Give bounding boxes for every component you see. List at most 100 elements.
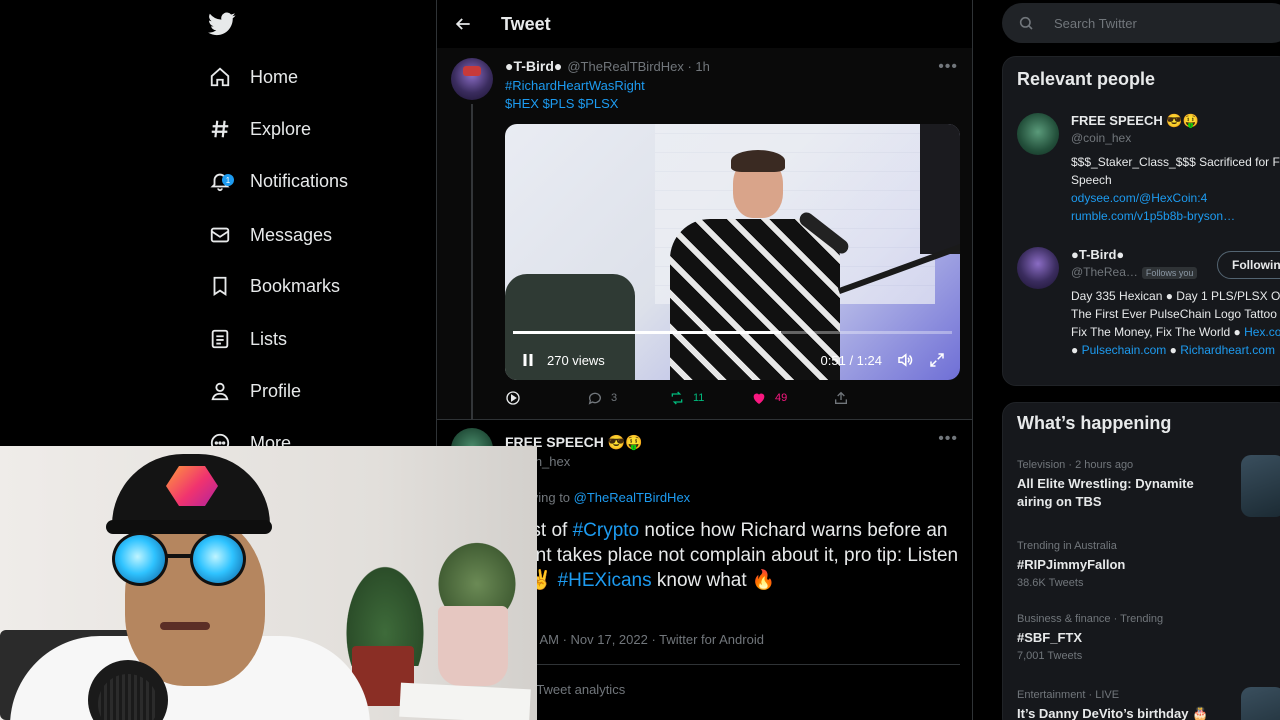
pause-icon[interactable] — [519, 351, 537, 369]
more-options-icon[interactable]: ••• — [938, 58, 958, 76]
follows-you-badge: Follows you — [1141, 267, 1198, 279]
video-progress-fill — [513, 331, 781, 334]
fullscreen-icon[interactable] — [928, 351, 946, 369]
trend-category: Trending in Australia — [1017, 540, 1117, 552]
person-icon — [207, 378, 233, 404]
replying-to-handle[interactable]: @TheRealTBirdHex — [574, 490, 691, 505]
nav-messages-label: Messages — [250, 224, 333, 245]
back-arrow-icon[interactable] — [453, 14, 473, 34]
tweet-timestamp[interactable]: 11:17 AM · Nov 17, 2022 · Twitter for An… — [505, 632, 764, 647]
share-icon — [833, 390, 849, 406]
video-player[interactable]: 270 views 0:51 / 1:24 — [505, 124, 960, 380]
nav-home-label: Home — [250, 66, 299, 87]
webcam-person-mouth — [160, 622, 210, 630]
tweet-text-part: know what 🔥 — [651, 570, 776, 591]
trend-item[interactable]: Business & finance · Trending #SBF_FTX 7… — [1017, 613, 1280, 662]
video-frame-person-hair — [731, 150, 785, 172]
video-progress-bar[interactable] — [513, 331, 952, 334]
bio-link[interactable]: odysee.com/@HexCoin:4 — [1071, 191, 1207, 205]
like-button[interactable]: 49 — [751, 390, 833, 406]
relevant-people-title: Relevant people — [1017, 69, 1156, 89]
person-handle[interactable]: @TheRea… — [1071, 265, 1138, 279]
bio-link[interactable]: Pulsechain.com — [1082, 343, 1167, 357]
person-name[interactable]: FREE SPEECH 😎🤑 — [1071, 113, 1199, 129]
whats-happening-title: What’s happening — [1017, 413, 1172, 433]
sunglasses-lens — [112, 532, 168, 586]
cashtag-links[interactable]: $HEX $PLS $PLSX — [505, 96, 618, 111]
view-count-button[interactable] — [505, 390, 587, 406]
nav-lists[interactable]: Lists — [207, 319, 287, 359]
nav-explore-label: Explore — [250, 118, 312, 139]
parent-tweet[interactable]: ●T-Bird● @TheRealTBirdHex · 1h ••• #Rich… — [437, 48, 972, 420]
trend-title: #SBF_FTX — [1017, 630, 1083, 645]
bio-link[interactable]: rumble.com/v1p5b8b-bryson… — [1071, 209, 1235, 223]
tweet-header-line: ●T-Bird● @TheRealTBirdHex · 1h — [505, 58, 710, 74]
avatar[interactable] — [1017, 113, 1059, 155]
bell-icon: 1 — [207, 168, 234, 194]
following-button[interactable]: Following — [1217, 251, 1280, 279]
heart-icon — [751, 390, 767, 406]
trend-thumbnail[interactable] — [1241, 455, 1280, 517]
reply-icon — [587, 390, 603, 406]
twitter-logo-icon[interactable] — [208, 10, 236, 38]
search-input[interactable] — [1054, 15, 1254, 31]
trend-item[interactable]: Trending in Australia #RIPJimmyFallon 38… — [1017, 540, 1280, 589]
avatar[interactable] — [1017, 247, 1059, 289]
video-views: 270 views — [547, 352, 605, 368]
avatar[interactable] — [451, 58, 493, 100]
notification-badge: 1 — [222, 174, 234, 186]
search-icon — [1018, 15, 1034, 31]
video-frame-door — [920, 124, 960, 254]
nav-profile-label: Profile — [250, 380, 302, 401]
like-count: 49 — [775, 392, 788, 404]
video-controls: 270 views 0:51 / 1:24 — [505, 340, 960, 380]
person-handle[interactable]: @coin_hex — [1071, 131, 1131, 145]
webcam-plant — [432, 536, 522, 616]
bio-separator: ● — [1071, 343, 1082, 357]
nav-profile[interactable]: Profile — [207, 371, 301, 411]
volume-icon[interactable] — [896, 351, 914, 369]
video-time: 0:51 / 1:24 — [820, 352, 882, 368]
sunglasses-bridge — [166, 554, 192, 558]
nav-notifications-label: Notifications — [250, 170, 349, 191]
reply-button[interactable]: 3 — [587, 390, 669, 406]
nav-home[interactable]: Home — [207, 57, 298, 97]
divider — [505, 664, 960, 665]
webcam-overlay — [0, 446, 537, 720]
trend-count: 38.6K Tweets — [1017, 577, 1084, 589]
trend-count: 7,001 Tweets — [1017, 650, 1083, 662]
hashtag-link[interactable]: #RichardHeartWasRight — [505, 78, 645, 93]
webcam-paper — [399, 682, 531, 720]
nav-notifications[interactable]: 1 Notifications — [207, 161, 348, 201]
nav-messages[interactable]: Messages — [207, 215, 332, 255]
thread-line — [471, 104, 473, 420]
more-options-icon[interactable]: ••• — [938, 430, 958, 448]
share-button[interactable] — [833, 390, 915, 406]
page-title: Tweet — [501, 13, 551, 34]
list-icon — [207, 326, 233, 352]
trend-title: All Elite Wrestling: Dynamite airing on … — [1017, 476, 1194, 509]
author-handle[interactable]: @TheRealTBirdHex · 1h — [567, 59, 710, 74]
retweet-icon — [669, 390, 685, 406]
tweet-actions: 3 11 49 — [505, 390, 915, 406]
retweet-button[interactable]: 11 — [669, 390, 751, 406]
trend-thumbnail[interactable] — [1241, 687, 1280, 720]
webcam-pot — [438, 606, 508, 686]
nav-explore[interactable]: Explore — [207, 109, 311, 149]
person-name[interactable]: ●T-Bird● — [1071, 247, 1124, 262]
person-bio: $$$_Staker_Class_$$$ Sacrificed for Free… — [1071, 153, 1280, 225]
author-name[interactable]: ●T-Bird● — [505, 58, 562, 74]
right-sidebar: Relevant people FREE SPEECH 😎🤑 @coin_hex… — [1000, 0, 1280, 720]
webcam-person-cap-brim — [106, 520, 272, 534]
hashtag-link[interactable]: #HEXicans — [558, 570, 652, 591]
bio-link[interactable]: Hex.com — [1244, 325, 1280, 339]
bookmark-icon — [207, 273, 233, 299]
search-box[interactable] — [1002, 3, 1280, 43]
nav-lists-label: Lists — [250, 328, 288, 349]
bio-link[interactable]: Richardheart.com — [1180, 343, 1275, 357]
envelope-icon — [207, 222, 233, 248]
sunglasses-lens — [190, 532, 246, 586]
hashtag-link[interactable]: #Crypto — [573, 520, 640, 541]
nav-bookmarks-label: Bookmarks — [250, 275, 341, 296]
nav-bookmarks[interactable]: Bookmarks — [207, 266, 340, 306]
